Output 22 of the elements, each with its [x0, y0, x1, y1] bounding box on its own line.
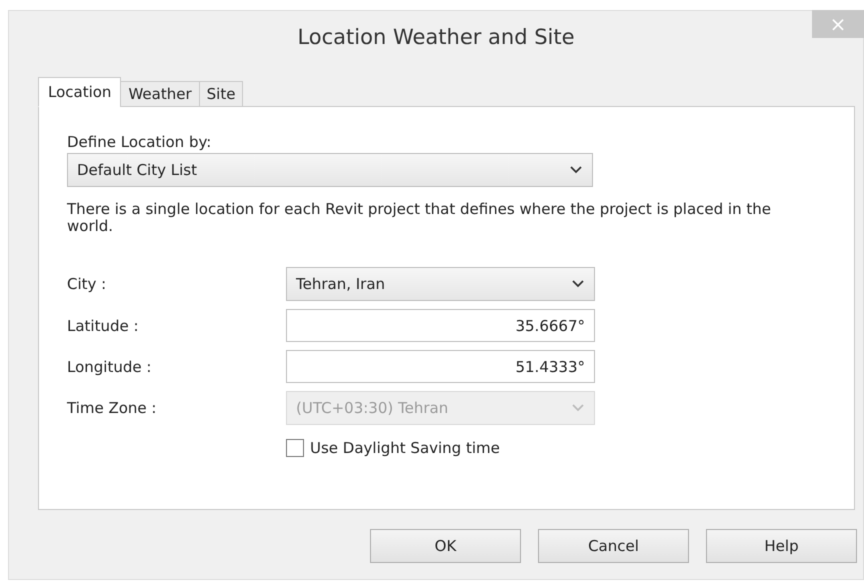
chevron-down-icon	[572, 280, 584, 288]
input-field[interactable]: 35.6667°	[286, 309, 595, 342]
description-text: There is a single location for each Revit project that defines where the project is placed in the world.	[67, 201, 772, 235]
tab[interactable]: Weather	[120, 81, 200, 107]
field-label: City :	[67, 275, 108, 293]
dialog-button[interactable]: OK	[370, 529, 521, 563]
chevron-down-icon	[572, 404, 584, 412]
checkbox-label: Use Daylight Saving time	[310, 439, 500, 457]
tab[interactable]: Location	[38, 77, 122, 107]
window-title: Location Weather and Site	[297, 25, 575, 49]
chevron-down-icon	[570, 166, 582, 174]
field-label: Time Zone :	[67, 399, 158, 417]
tab[interactable]: Site	[198, 81, 244, 107]
define-location-label: Define Location by:	[67, 133, 212, 151]
input-field[interactable]: 51.4333°	[286, 350, 595, 383]
location-method-dropdown[interactable]: Default City List	[67, 153, 593, 187]
dialog-button[interactable]: Cancel	[538, 529, 689, 563]
checkbox[interactable]	[286, 439, 304, 457]
field-label: Latitude :	[67, 316, 140, 334]
dialog-button[interactable]: Help	[706, 529, 857, 563]
dropdown[interactable]: Tehran, Iran	[286, 267, 595, 301]
field-label: Longitude :	[67, 358, 152, 376]
